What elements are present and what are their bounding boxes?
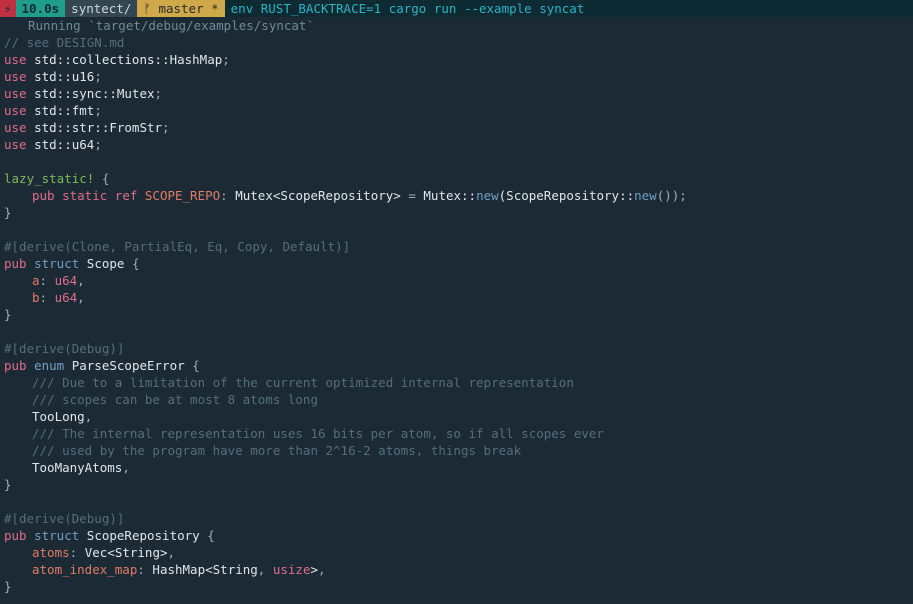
- derive-attr: #[derive(Debug)]: [4, 511, 124, 526]
- derive-attr: #[derive(Clone, PartialEq, Eq, Copy, Def…: [4, 239, 350, 254]
- branch-icon: ᚠ: [143, 1, 151, 16]
- prompt-time: 10.0s: [16, 0, 66, 17]
- shell-prompt: ⚡ 10.0s syntect/ ᚠ master * env RUST_BAC…: [0, 0, 913, 17]
- prompt-branch: ᚠ master *: [137, 0, 224, 17]
- derive-attr: #[derive(Debug)]: [4, 341, 124, 356]
- macro-call: lazy_static!: [4, 171, 94, 186]
- lightning-icon: ⚡: [0, 0, 16, 17]
- comment: // see DESIGN.md: [4, 35, 124, 50]
- code-output: // see DESIGN.md use std::collections::H…: [0, 34, 913, 595]
- cargo-running-line: Running `target/debug/examples/syncat`: [0, 17, 913, 34]
- command-input[interactable]: env RUST_BACKTRACE=1 cargo run --example…: [225, 0, 585, 17]
- prompt-dir: syntect/: [65, 0, 137, 17]
